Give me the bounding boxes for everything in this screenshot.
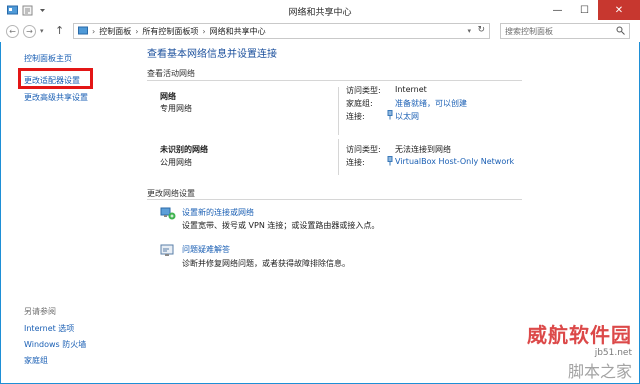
search-input[interactable]: 搜索控制面板	[500, 23, 630, 39]
close-button[interactable]: ✕	[598, 0, 640, 20]
see-also-windows-firewall[interactable]: Windows 防火墙	[24, 339, 86, 350]
breadcrumb-item[interactable]: 网络和共享中心	[210, 26, 266, 37]
divider	[338, 87, 339, 135]
ethernet-icon	[386, 156, 394, 168]
network-profile: 公用网络	[160, 158, 192, 167]
troubleshoot-link[interactable]: 问题疑难解答	[182, 244, 230, 255]
ethernet-connection-link[interactable]: 以太网	[395, 111, 419, 122]
homegroup-label: 家庭组:	[346, 99, 373, 108]
breadcrumb-item[interactable]: 所有控制面板项	[142, 26, 198, 37]
back-button[interactable]: ←	[6, 25, 19, 38]
control-panel-small-icon	[78, 26, 88, 36]
address-bar[interactable]: › 控制面板 › 所有控制面板项 › 网络和共享中心 ▾ ↻	[73, 23, 490, 39]
breadcrumb-separator-icon[interactable]: ›	[202, 27, 205, 36]
highlight-box	[18, 68, 93, 89]
forward-button[interactable]: →	[23, 25, 36, 38]
window-controls: — ☐ ✕	[544, 0, 640, 20]
page-title: 查看基本网络信息并设置连接	[147, 49, 277, 60]
troubleshoot-desc: 诊断并修复网络问题，或者获得故障排除信息。	[182, 259, 350, 268]
access-type-label: 访问类型:	[346, 145, 381, 154]
sidebar: 控制面板主页 更改适配器设置 更改高级共享设置 另请参阅 Internet 选项…	[0, 42, 128, 384]
see-also-homegroup[interactable]: 家庭组	[24, 355, 48, 366]
sidebar-item-advanced-sharing[interactable]: 更改高级共享设置	[24, 92, 88, 103]
address-dropdown-icon[interactable]: ▾	[467, 27, 471, 35]
network-name: 网络	[160, 92, 176, 101]
search-placeholder: 搜索控制面板	[505, 26, 553, 36]
up-button[interactable]: ↑	[55, 24, 64, 37]
setup-new-connection-desc: 设置宽带、拨号或 VPN 连接；或设置路由器或接入点。	[182, 221, 380, 230]
access-type-value: Internet	[395, 85, 427, 94]
virtualbox-connection-link[interactable]: VirtualBox Host-Only Network	[395, 157, 514, 166]
sidebar-item-control-panel-home[interactable]: 控制面板主页	[24, 53, 72, 64]
new-connection-icon	[160, 205, 176, 220]
active-networks-title: 查看活动网络	[147, 69, 195, 78]
setup-new-connection-link[interactable]: 设置新的连接或网络	[182, 207, 254, 218]
ethernet-icon	[386, 110, 394, 122]
minimize-button[interactable]: —	[544, 0, 571, 20]
title-bar: 网络和共享中心 — ☐ ✕	[0, 0, 640, 22]
breadcrumb-separator-icon[interactable]: ›	[135, 27, 138, 36]
watermark-site: jb51.net	[594, 348, 632, 358]
connection-label: 连接:	[346, 158, 365, 167]
watermark-slogan: 脚本之家	[567, 362, 632, 381]
maximize-button[interactable]: ☐	[571, 0, 598, 20]
network-name: 未识别的网络	[160, 145, 208, 154]
access-type-value: 无法连接到网络	[395, 145, 451, 154]
see-also-title: 另请参阅	[24, 307, 56, 316]
breadcrumb-separator-icon: ›	[92, 26, 96, 36]
breadcrumb-item[interactable]: 控制面板	[99, 26, 131, 37]
divider	[147, 199, 522, 200]
homegroup-link[interactable]: 准备就绪，可以创建	[395, 98, 467, 109]
connection-label: 连接:	[346, 112, 365, 121]
network-profile: 专用网络	[160, 104, 192, 113]
recent-locations-icon[interactable]: ▾	[40, 27, 44, 35]
watermark-brand: 威航软件园	[527, 323, 632, 347]
see-also-internet-options[interactable]: Internet 选项	[24, 323, 74, 334]
search-icon[interactable]	[616, 26, 625, 37]
divider	[338, 139, 339, 175]
refresh-icon[interactable]: ↻	[477, 25, 485, 35]
watermark: 威航软件园 jb51.net 脚本之家	[527, 319, 632, 382]
access-type-label: 访问类型:	[346, 86, 381, 95]
navigation-bar: ← → ▾ ↑ › 控制面板 › 所有控制面板项 › 网络和共享中心 ▾ ↻ 搜…	[0, 22, 640, 42]
change-settings-title: 更改网络设置	[147, 189, 195, 198]
troubleshoot-icon	[160, 243, 174, 257]
divider	[147, 80, 522, 81]
